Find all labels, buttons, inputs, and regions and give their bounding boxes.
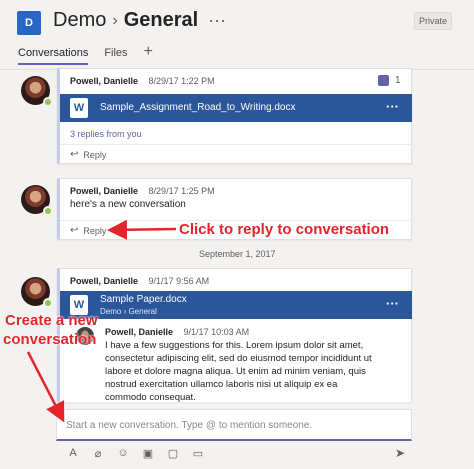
author-name: Powell, Danielle [70, 186, 139, 196]
message-card: Powell, Danielle 9/1/17 9:56 AM W Sample… [57, 268, 412, 404]
author-name: Powell, Danielle [70, 276, 139, 286]
attach-icon[interactable]: ⌀ [91, 446, 105, 460]
avatar[interactable] [21, 76, 53, 107]
nested-timestamp: 9/1/17 10:03 AM [183, 327, 250, 337]
more-options-icon[interactable]: ··· [208, 10, 226, 31]
body-line: labore et dolore magna aliqua. Ut enim a… [105, 366, 366, 377]
team-name[interactable]: Demo [53, 9, 106, 32]
body-line: consectetur adipiscing elit, sed do eius… [105, 353, 372, 364]
thumbs-up-icon [378, 75, 389, 86]
add-tab-button[interactable]: + [144, 43, 153, 65]
reply-label: Reply [83, 225, 107, 236]
file-name[interactable]: Sample Paper.docx [100, 294, 187, 305]
word-file-icon: W [70, 98, 88, 118]
like-count[interactable]: 1 [378, 75, 401, 86]
replies-link[interactable]: 3 replies from you [70, 129, 142, 139]
file-location: Demo › General [100, 307, 157, 316]
avatar[interactable] [21, 185, 53, 216]
chevron-right-icon: › [112, 11, 118, 29]
nested-message-body: I have a few suggestions for this. Lorem… [105, 339, 372, 404]
send-icon[interactable]: ➤ [395, 446, 405, 460]
reply-arrow-icon: ↩ [70, 149, 79, 160]
message-meta: Powell, Danielle 9/1/17 9:56 AM [70, 276, 209, 286]
reply-button[interactable]: ↩ Reply [70, 225, 106, 236]
team-avatar[interactable]: D [17, 11, 41, 35]
file-attachment[interactable]: W Sample_Assignment_Road_to_Writing.docx… [60, 94, 412, 122]
message-card: Powell, Danielle 8/29/17 1:22 PM 1 W Sam… [57, 68, 412, 164]
body-line: nostrud exercitation ullamco laboris nis… [105, 379, 338, 390]
new-conversation-annotation-line1: Create a new [5, 312, 98, 329]
gif-icon[interactable]: ▣ [141, 446, 155, 460]
presence-icon [43, 206, 53, 216]
message-meta: Powell, Danielle 8/29/17 1:25 PM [70, 186, 215, 196]
author-name: Powell, Danielle [70, 76, 139, 86]
breadcrumb: Demo › General ··· [53, 9, 226, 32]
date-separator: September 1, 2017 [199, 249, 276, 259]
reply-label: Reply [83, 149, 107, 160]
presence-icon [43, 298, 53, 308]
emoji-icon[interactable]: ☺ [116, 446, 130, 460]
sticker-icon[interactable]: ▢ [166, 446, 180, 460]
like-number: 1 [395, 75, 401, 86]
body-line: I have a few suggestions for this. Lorem… [105, 340, 364, 351]
file-more-icon[interactable]: ··· [386, 296, 399, 311]
new-conversation-annotation-line2: conversation [3, 331, 97, 348]
private-badge[interactable]: Private [414, 12, 452, 30]
compose-toolbar: A ⌀ ☺ ▣ ▢ ▭ [66, 446, 205, 460]
timestamp: 9/1/17 9:56 AM [148, 276, 210, 286]
message-body: here's a new conversation [70, 199, 186, 210]
nested-meta: Powell, Danielle 9/1/17 10:03 AM [105, 327, 249, 337]
file-attachment[interactable]: W Sample Paper.docx Demo › General ··· [60, 291, 412, 319]
message-meta: Powell, Danielle 8/29/17 1:22 PM [70, 76, 215, 86]
presence-icon [43, 97, 53, 107]
timestamp: 8/29/17 1:22 PM [148, 76, 215, 86]
tab-conversations[interactable]: Conversations [18, 47, 89, 65]
reply-button[interactable]: ↩ Reply [70, 149, 106, 160]
reply-annotation: Click to reply to conversation [179, 221, 390, 238]
meet-icon[interactable]: ▭ [191, 446, 205, 460]
timestamp: 8/29/17 1:25 PM [148, 186, 215, 196]
compose-input[interactable]: Start a new conversation. Type @ to ment… [56, 409, 412, 441]
divider [60, 144, 412, 145]
tab-files[interactable]: Files [104, 47, 127, 65]
reply-arrow-icon: ↩ [70, 225, 79, 236]
file-more-icon[interactable]: ··· [386, 99, 399, 114]
format-icon[interactable]: A [66, 446, 80, 460]
body-line: commodo consequat. [105, 392, 196, 403]
channel-header: D Demo › General ··· Private Conversatio… [0, 0, 474, 70]
avatar[interactable] [21, 277, 53, 308]
nested-author-name: Powell, Danielle [105, 327, 174, 337]
channel-tabs: Conversations Files + [18, 43, 153, 65]
channel-name: General [123, 9, 199, 31]
file-name[interactable]: Sample_Assignment_Road_to_Writing.docx [100, 102, 295, 113]
